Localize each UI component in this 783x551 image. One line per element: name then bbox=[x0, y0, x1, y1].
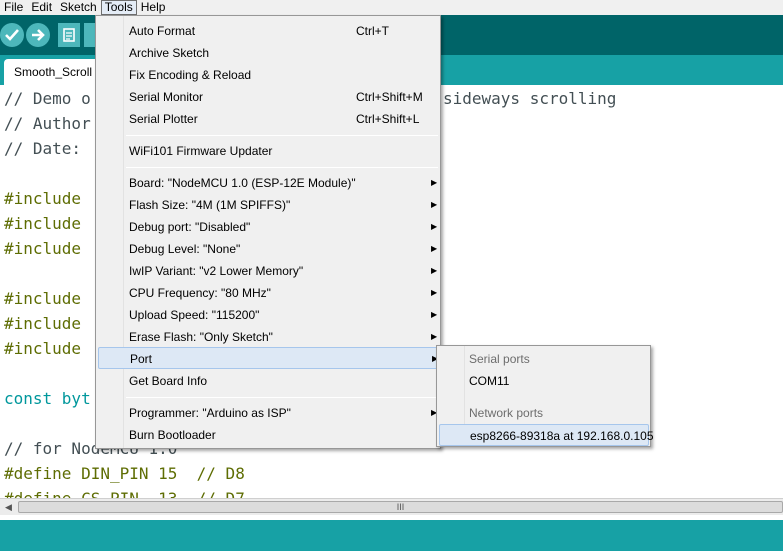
serial-ports-header-label: Serial ports bbox=[469, 352, 530, 366]
code-line: #include bbox=[4, 214, 82, 233]
menu-item-label: Erase Flash: "Only Sketch" bbox=[129, 330, 273, 344]
menu-item-label: WiFi101 Firmware Updater bbox=[129, 144, 273, 158]
menu-item-label: Board: "NodeMCU 1.0 (ESP-12E Module)" bbox=[129, 176, 356, 190]
menu-bar: File Edit Sketch Tools Help bbox=[0, 0, 783, 15]
menu-item-port[interactable]: Port ▶ bbox=[98, 347, 438, 369]
submenu-arrow-icon: ▶ bbox=[431, 222, 438, 231]
tools-dropdown-menu: Auto Format Ctrl+T Archive Sketch Fix En… bbox=[95, 15, 441, 449]
menu-item-serial-plotter[interactable]: Serial Plotter Ctrl+Shift+L bbox=[98, 108, 438, 130]
menu-item-label: Serial Monitor bbox=[129, 90, 204, 104]
port-item-esp8266[interactable]: esp8266-89318a at 192.168.0.105 bbox=[439, 424, 654, 446]
network-ports-header: Network ports bbox=[439, 402, 649, 424]
console-header bbox=[0, 520, 783, 551]
serial-ports-header: Serial ports bbox=[439, 348, 649, 370]
menu-item-label: Burn Bootloader bbox=[129, 428, 216, 442]
submenu-arrow-icon: ▶ bbox=[431, 288, 438, 297]
menu-item-board[interactable]: Board: "NodeMCU 1.0 (ESP-12E Module)" ▶ bbox=[98, 172, 438, 194]
menu-separator bbox=[126, 397, 438, 398]
menu-item-label: Get Board Info bbox=[129, 374, 208, 388]
menu-item-archive-sketch[interactable]: Archive Sketch bbox=[98, 42, 438, 64]
menu-item-label: Serial Plotter bbox=[129, 112, 198, 126]
menu-separator bbox=[126, 167, 438, 168]
menu-item-debug-port[interactable]: Debug port: "Disabled" ▶ bbox=[98, 216, 438, 238]
menu-item-upload-speed[interactable]: Upload Speed: "115200" ▶ bbox=[98, 304, 438, 326]
menu-sketch[interactable]: Sketch bbox=[56, 0, 101, 15]
menu-item-cpu-frequency[interactable]: CPU Frequency: "80 MHz" ▶ bbox=[98, 282, 438, 304]
new-icon bbox=[63, 28, 75, 42]
menu-item-get-board-info[interactable]: Get Board Info bbox=[98, 370, 438, 392]
menu-item-auto-format[interactable]: Auto Format Ctrl+T bbox=[98, 20, 438, 42]
menu-separator bbox=[126, 135, 438, 136]
code-line: #include bbox=[4, 289, 82, 308]
code-line: #define CS_PIN 13 // D7 bbox=[4, 489, 245, 498]
menu-item-label: Debug Level: "None" bbox=[129, 242, 241, 256]
menu-item-label: Flash Size: "4M (1M SPIFFS)" bbox=[129, 198, 291, 212]
menu-item-label: Archive Sketch bbox=[129, 46, 210, 60]
new-button[interactable] bbox=[58, 23, 80, 47]
tab-smooth-scroll[interactable]: Smooth_Scroll bbox=[4, 59, 104, 85]
port-item-com11[interactable]: COM11 bbox=[439, 370, 649, 392]
menu-item-programmer[interactable]: Programmer: "Arduino as ISP" ▶ bbox=[98, 402, 438, 424]
menu-item-shortcut: Ctrl+T bbox=[356, 24, 389, 38]
code-line: #define DIN_PIN 15 // D8 bbox=[4, 464, 245, 483]
menu-item-debug-level[interactable]: Debug Level: "None" ▶ bbox=[98, 238, 438, 260]
scroll-left-arrow-icon[interactable]: ◀ bbox=[0, 499, 17, 515]
code-line: #include bbox=[4, 189, 82, 208]
menu-file[interactable]: File bbox=[0, 0, 27, 15]
menu-item-label: Port bbox=[130, 352, 153, 366]
code-line-fragment: sideways scrolling bbox=[443, 89, 617, 108]
code-line: // Author bbox=[4, 114, 91, 133]
menu-item-shortcut: Ctrl+Shift+M bbox=[356, 90, 423, 104]
menu-item-shortcut: Ctrl+Shift+L bbox=[356, 112, 420, 126]
submenu-arrow-icon: ▶ bbox=[431, 266, 438, 275]
menu-item-burn-bootloader[interactable]: Burn Bootloader bbox=[98, 424, 438, 446]
submenu-arrow-icon: ▶ bbox=[431, 310, 438, 319]
menu-item-wifi101-updater[interactable]: WiFi101 Firmware Updater bbox=[98, 140, 438, 162]
menu-item-label: Auto Format bbox=[129, 24, 196, 38]
code-line: #include bbox=[4, 239, 82, 258]
menu-item-flash-size[interactable]: Flash Size: "4M (1M SPIFFS)" ▶ bbox=[98, 194, 438, 216]
port-item-label: COM11 bbox=[469, 374, 510, 388]
menu-item-serial-monitor[interactable]: Serial Monitor Ctrl+Shift+M bbox=[98, 86, 438, 108]
verify-icon bbox=[5, 29, 19, 41]
code-line: // Demo o bbox=[4, 89, 91, 108]
upload-button[interactable] bbox=[26, 23, 50, 47]
menu-item-label: Fix Encoding & Reload bbox=[129, 68, 252, 82]
menu-item-label: IwIP Variant: "v2 Lower Memory" bbox=[129, 264, 304, 278]
upload-icon bbox=[32, 29, 45, 41]
submenu-arrow-icon: ▶ bbox=[431, 178, 438, 187]
submenu-arrow-icon: ▶ bbox=[431, 200, 438, 209]
port-submenu: Serial ports COM11 Network ports esp8266… bbox=[436, 345, 654, 447]
menu-item-label: Programmer: "Arduino as ISP" bbox=[129, 406, 291, 420]
scrollbar-thumb[interactable]: III bbox=[18, 501, 783, 513]
menu-edit[interactable]: Edit bbox=[27, 0, 56, 15]
menu-help[interactable]: Help bbox=[137, 0, 170, 15]
network-ports-header-label: Network ports bbox=[469, 406, 544, 420]
code-line: const byt bbox=[4, 389, 91, 408]
submenu-arrow-icon: ▶ bbox=[431, 244, 438, 253]
code-line: // Date: bbox=[4, 139, 82, 158]
menu-tools[interactable]: Tools bbox=[100, 0, 137, 15]
code-line: #include bbox=[4, 339, 82, 358]
menu-item-fix-encoding[interactable]: Fix Encoding & Reload bbox=[98, 64, 438, 86]
menu-item-label: Upload Speed: "115200" bbox=[129, 308, 260, 322]
menu-item-erase-flash[interactable]: Erase Flash: "Only Sketch" ▶ bbox=[98, 326, 438, 348]
menu-item-label: Debug port: "Disabled" bbox=[129, 220, 251, 234]
horizontal-scrollbar[interactable]: ◀ III bbox=[0, 498, 783, 515]
verify-button[interactable] bbox=[0, 23, 24, 47]
code-line: #include bbox=[4, 314, 82, 333]
menu-item-lwip-variant[interactable]: IwIP Variant: "v2 Lower Memory" ▶ bbox=[98, 260, 438, 282]
port-item-label: esp8266-89318a at 192.168.0.105 bbox=[470, 429, 654, 443]
menu-item-label: CPU Frequency: "80 MHz" bbox=[129, 286, 271, 300]
